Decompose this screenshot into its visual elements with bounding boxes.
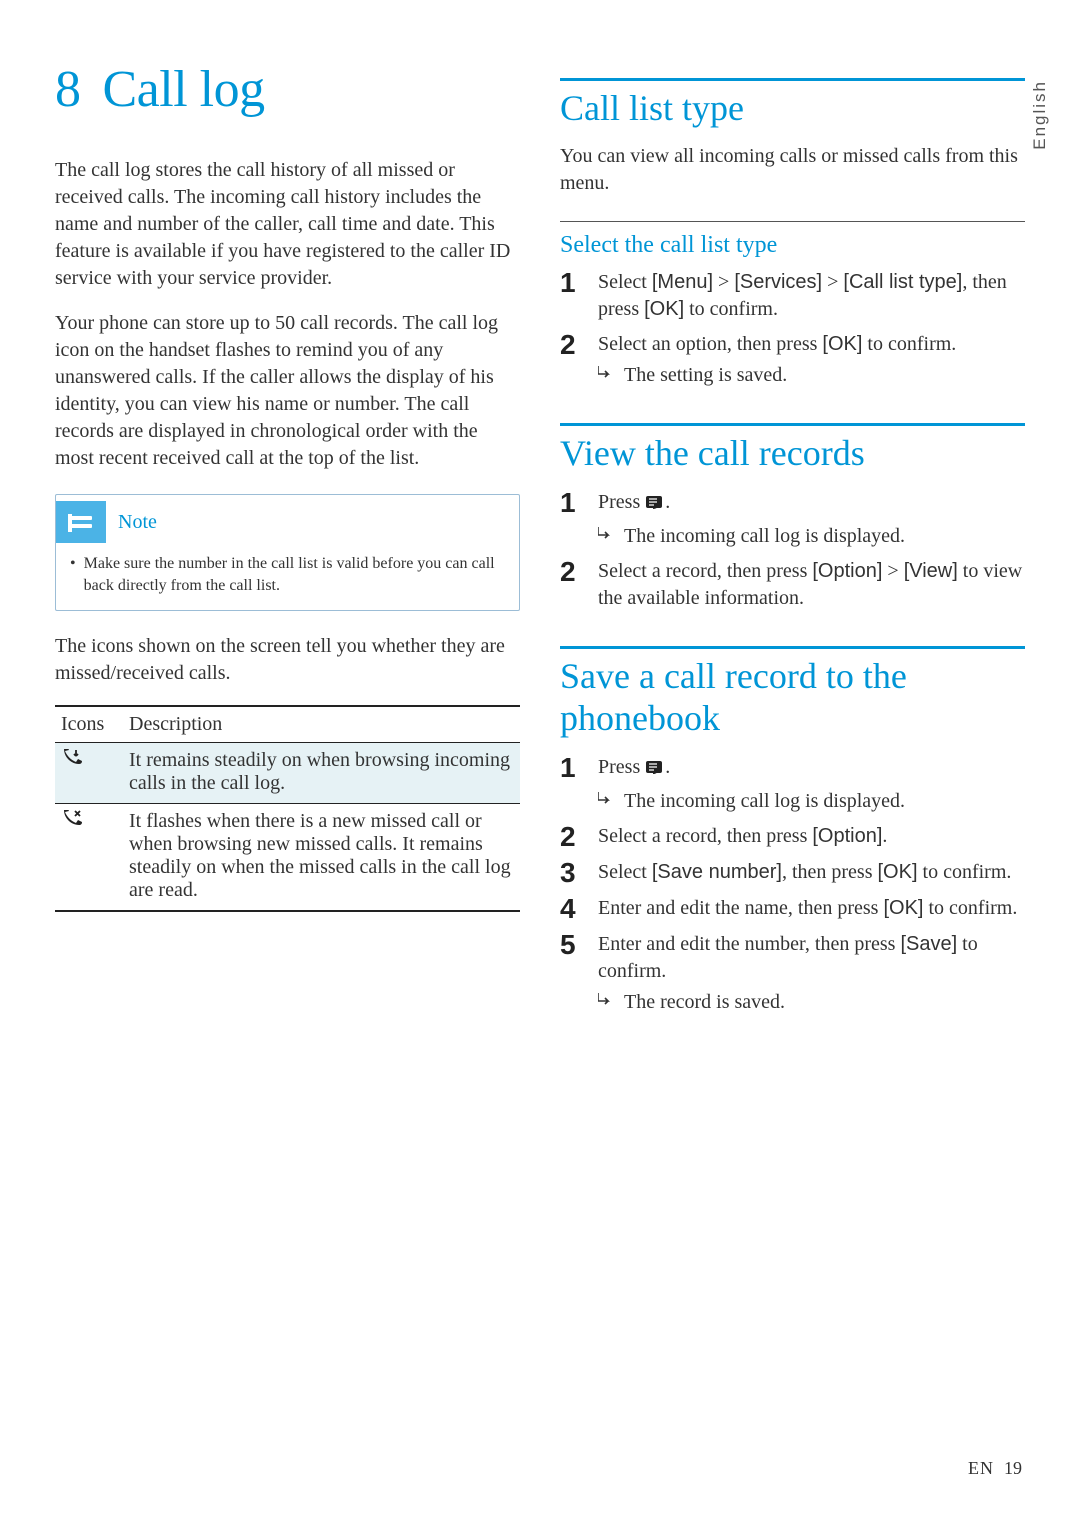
step: Select an option, then press [OK] to con…	[560, 331, 1025, 389]
step: Enter and edit the number, then press [S…	[560, 931, 1025, 1016]
table-row: It flashes when there is a new missed ca…	[55, 804, 520, 912]
step-result: The incoming call log is displayed.	[598, 523, 1025, 550]
call-log-key-icon	[646, 757, 664, 784]
step-result: The record is saved.	[598, 989, 1025, 1016]
step: Select a record, then press [Option].	[560, 823, 1025, 851]
call-log-key-icon	[646, 492, 664, 519]
subsection-select-call-list-type: Select the call list type	[560, 232, 1025, 259]
intro-paragraph-1: The call log stores the call history of …	[55, 157, 520, 292]
section-save-record: Save a call record to the phonebook Pres…	[560, 646, 1025, 1016]
section-call-list-type: Call list type You can view all incoming…	[560, 78, 1025, 389]
left-column: 8 Call log The call log stores the call h…	[55, 60, 520, 1050]
table-row: It remains steadily on when browsing inc…	[55, 743, 520, 804]
right-column: Call list type You can view all incoming…	[560, 60, 1025, 1050]
note-title: Note	[118, 511, 157, 534]
icons-row2-desc: It flashes when there is a new missed ca…	[123, 804, 520, 912]
step-result: The setting is saved.	[598, 362, 1025, 389]
section-title-call-list-type: Call list type	[560, 87, 1025, 129]
note-body: Make sure the number in the call list is…	[56, 549, 519, 610]
missed-call-icon	[61, 810, 117, 830]
page-footer: EN 19	[968, 1458, 1022, 1479]
step-result: The incoming call log is displayed.	[598, 788, 1025, 815]
icons-row1-desc: It remains steadily on when browsing inc…	[123, 743, 520, 804]
language-tab: English	[1030, 80, 1050, 150]
result-arrow-icon	[598, 993, 614, 1007]
note-box: Note Make sure the number in the call li…	[55, 494, 520, 611]
result-arrow-icon	[598, 366, 614, 380]
intro-paragraph-2: Your phone can store up to 50 call recor…	[55, 310, 520, 472]
footer-page-number: 19	[1004, 1458, 1022, 1478]
step: Press . The incoming call log is display…	[560, 489, 1025, 550]
step: Select [Save number], then press [OK] to…	[560, 859, 1025, 887]
incoming-call-icon	[61, 749, 117, 769]
call-list-type-intro: You can view all incoming calls or misse…	[560, 143, 1025, 197]
footer-lang: EN	[968, 1458, 994, 1478]
note-header: Note	[56, 495, 519, 549]
step: Enter and edit the name, then press [OK]…	[560, 895, 1025, 923]
chapter-number: 8	[55, 61, 81, 118]
step: Select a record, then press [Option] > […	[560, 558, 1025, 612]
icons-table-header-desc: Description	[123, 706, 520, 743]
result-arrow-icon	[598, 792, 614, 806]
page-content: 8 Call log The call log stores the call h…	[0, 0, 1080, 1090]
step: Select [Menu] > [Services] > [Call list …	[560, 269, 1025, 323]
icons-intro: The icons shown on the screen tell you w…	[55, 633, 520, 687]
note-icon	[56, 501, 106, 543]
icons-table: Icons Description It remains steadily on…	[55, 705, 520, 912]
icons-table-header-icons: Icons	[55, 706, 123, 743]
section-title-save-record: Save a call record to the phonebook	[560, 655, 1025, 740]
section-view-records: View the call records Press . The incomi…	[560, 423, 1025, 611]
section-title-view-records: View the call records	[560, 432, 1025, 474]
step: Press . The incoming call log is display…	[560, 754, 1025, 815]
chapter-title: Call log	[103, 61, 265, 118]
result-arrow-icon	[598, 527, 614, 541]
chapter-heading: 8 Call log	[55, 60, 520, 119]
